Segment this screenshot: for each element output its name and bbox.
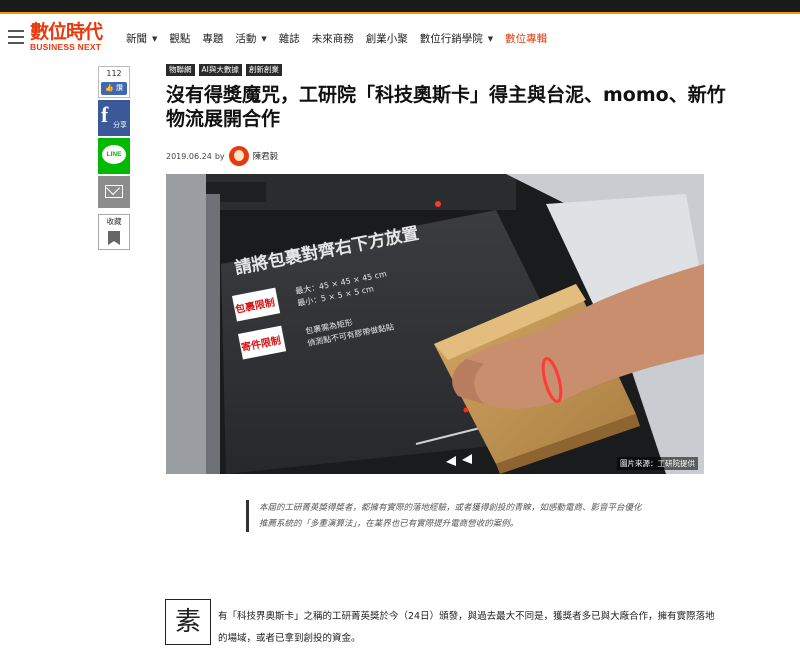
bookmark-icon — [108, 231, 120, 245]
hamburger-menu-icon[interactable] — [8, 30, 24, 44]
tag-iot[interactable]: 物聯網 — [166, 64, 195, 76]
line-icon: LINE — [102, 145, 126, 164]
logo-chinese: 數位時代 — [30, 21, 103, 43]
bookmark-button[interactable]: 收藏 — [98, 214, 130, 250]
article-body: 有「科技界奧斯卡」之稱的工研菁英獎於今（24日）頒發，與過去最大不同是，獲獎者多… — [218, 611, 715, 644]
nav-item[interactable]: 數位行銷學院 ▼ — [420, 31, 493, 46]
line-share-button[interactable]: LINE — [98, 138, 130, 174]
article-meta: 2019.06.24 by 陳君毅 — [166, 146, 278, 166]
article-summary: 本屆的工研菁英獎得獎者，都擁有實際的落地經驗，或者獲得創投的青睞，如感動電商、影… — [246, 500, 642, 532]
site-logo[interactable]: 數位時代 BUSINESS NEXT — [30, 22, 114, 54]
nav-item-label: 創業小聚 — [365, 33, 408, 45]
nav-item[interactable]: 未來商務 — [312, 31, 354, 46]
nav-item-label: 專題 — [202, 33, 224, 45]
main-menu: 新聞 ▼ 觀點 專題 活動 ▼ 雜誌 未來商務 創業小聚 數位行銷學院 ▼ 數位專輯 — [126, 31, 559, 46]
chevron-down-icon: ▼ — [152, 34, 158, 43]
hero-image: 請將包裹對齊右下方放置 最大：45 × 45 × 45 cm 最小：5 × 5 … — [166, 174, 704, 474]
nav-item[interactable]: 創業小聚 — [366, 31, 408, 46]
email-share-button[interactable] — [98, 176, 130, 208]
envelope-icon — [105, 185, 123, 198]
nav-item[interactable]: 雜誌 — [279, 31, 300, 46]
nav-item[interactable]: 觀點 — [169, 31, 190, 46]
author-avatar[interactable] — [228, 146, 249, 166]
nav-item-label: 活動 — [235, 33, 257, 45]
nav-item[interactable]: 專題 — [202, 31, 223, 46]
article-tags: 物聯網 AI與大數據 創新創業 — [166, 64, 286, 76]
nav-item-label: 數位專輯 — [505, 33, 548, 45]
nav-item-label: 新聞 — [126, 33, 147, 45]
image-caption: 圖片來源：工研院提供 — [617, 457, 698, 470]
chevron-down-icon: ▼ — [487, 34, 494, 43]
nav-item[interactable]: 新聞 ▼ — [126, 31, 157, 46]
top-strip — [0, 0, 800, 14]
bookmark-label: 收藏 — [106, 217, 122, 226]
like-button[interactable]: 👍 讚 — [101, 82, 127, 95]
drop-cap: 素 — [165, 599, 211, 645]
nav-item-label: 數位行銷學院 — [419, 33, 483, 45]
nav-item-label: 觀點 — [169, 33, 191, 45]
logo-english: BUSINESS NEXT — [30, 42, 102, 52]
nav-item-label: 未來商務 — [311, 33, 354, 45]
nav-item[interactable]: 活動 ▼ — [235, 31, 266, 46]
nav-item[interactable]: 數位專輯 — [505, 31, 547, 46]
like-label: 讚 — [115, 84, 123, 92]
like-count: 112 — [106, 69, 122, 78]
chevron-down-icon: ▼ — [261, 34, 267, 43]
facebook-share-button[interactable]: f 分享 — [98, 100, 130, 136]
nav-item-label: 雜誌 — [278, 33, 300, 45]
publish-date: 2019.06.24 — [166, 151, 212, 161]
tag-startup[interactable]: 創新創業 — [245, 64, 282, 76]
article-title: 沒有得獎魔咒，工研院「科技奧斯卡」得主與台泥、momo、新竹物流展開合作 — [166, 84, 726, 130]
hero-photo-illustration: 請將包裹對齊右下方放置 最大：45 × 45 × 45 cm 最小：5 × 5 … — [166, 174, 704, 474]
facebook-share-label: 分享 — [113, 121, 127, 129]
facebook-icon: f — [101, 102, 109, 127]
tag-ai-bigdata[interactable]: AI與大數據 — [198, 64, 242, 76]
author-name[interactable]: 陳君毅 — [253, 150, 279, 162]
site-header: 數位時代 BUSINESS NEXT 新聞 ▼ 觀點 專題 活動 ▼ 雜誌 未來商務 創業小聚數… — [0, 14, 800, 60]
facebook-like-box[interactable]: 112 👍 讚 — [98, 66, 130, 98]
by-label: by — [214, 151, 225, 161]
